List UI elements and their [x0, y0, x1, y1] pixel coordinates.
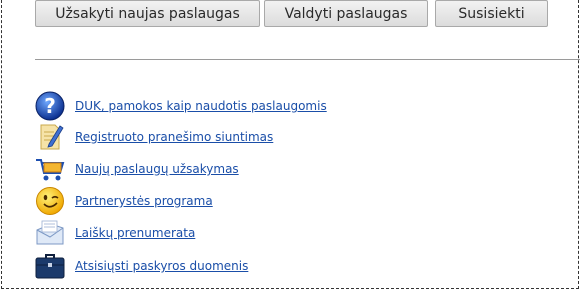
- link-download-account-data[interactable]: Atsisiųsti paskyros duomenis: [75, 259, 248, 273]
- briefcase-icon: [35, 251, 65, 281]
- order-new-services-button[interactable]: Užsakyti naujas paslaugas: [35, 0, 260, 27]
- smiley-wink-icon: [35, 186, 65, 216]
- link-item-partnership-program[interactable]: Partnerystės programa: [35, 186, 213, 216]
- help-question-icon: ?: [35, 91, 65, 121]
- document-pen-icon: [35, 122, 65, 152]
- link-new-services-order[interactable]: Naujų paslaugų užsakymas: [75, 162, 239, 176]
- link-newsletter[interactable]: Laiškų prenumerata: [75, 226, 195, 240]
- link-item-newsletter[interactable]: Laiškų prenumerata: [35, 218, 195, 248]
- svg-text:?: ?: [44, 94, 56, 118]
- link-item-faq[interactable]: ? DUK, pamokos kaip naudotis paslaugomis: [35, 91, 327, 121]
- link-item-download-account-data[interactable]: Atsisiųsti paskyros duomenis: [35, 251, 248, 281]
- manage-services-button[interactable]: Valdyti paslaugas: [264, 0, 428, 27]
- link-faq[interactable]: DUK, pamokos kaip naudotis paslaugomis: [75, 99, 327, 113]
- link-registered-message[interactable]: Registruoto pranešimo siuntimas: [75, 130, 273, 144]
- link-partnership-program[interactable]: Partnerystės programa: [75, 194, 213, 208]
- contact-button[interactable]: Susisiekti: [435, 0, 548, 27]
- divider: [35, 59, 580, 60]
- newsletter-icon: [35, 218, 65, 248]
- link-item-new-services-order[interactable]: Naujų paslaugų užsakymas: [35, 154, 239, 184]
- shopping-cart-icon: [35, 154, 65, 184]
- link-item-registered-message[interactable]: Registruoto pranešimo siuntimas: [35, 122, 273, 152]
